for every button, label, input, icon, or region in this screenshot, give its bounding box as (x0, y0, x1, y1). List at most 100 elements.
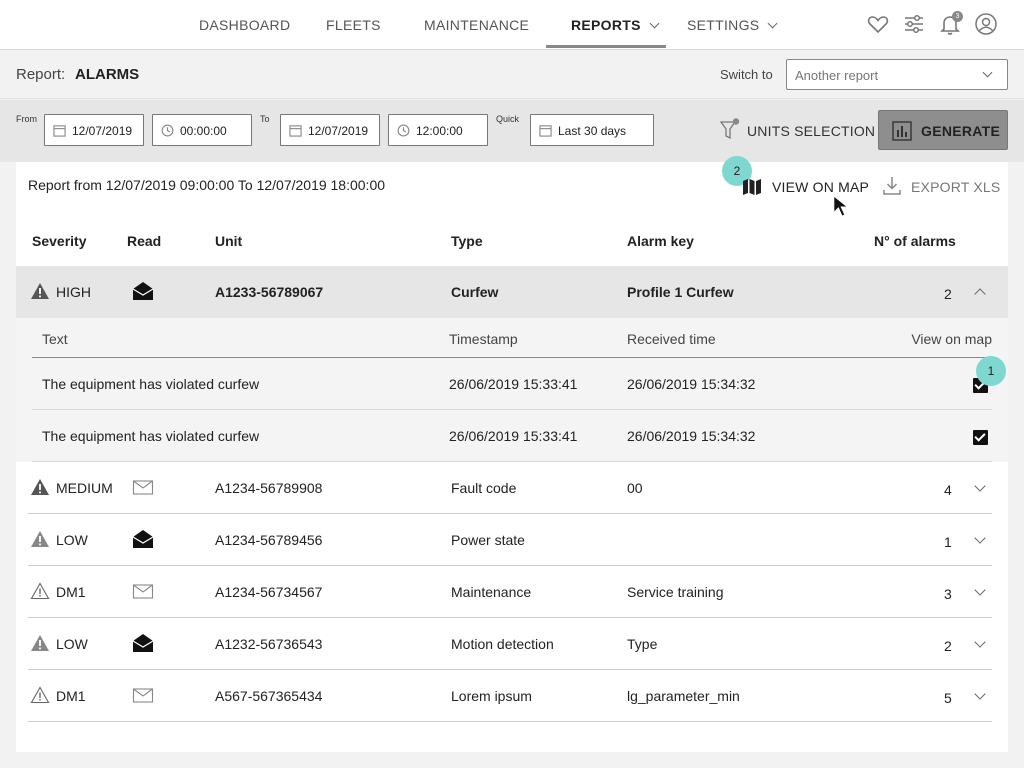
alarm-timestamp: 26/06/2019 15:33:41 (449, 428, 578, 444)
chevron-up-icon[interactable] (974, 288, 986, 300)
severity-value: DM1 (56, 688, 86, 704)
alarm-count-value: 3 (944, 586, 952, 602)
calendar-icon (539, 125, 552, 137)
to-date-value: 12/07/2019 (308, 124, 369, 138)
unit-value: A567-567365434 (215, 688, 323, 704)
chevron-down-icon[interactable] (974, 532, 986, 544)
column-header-alarm-key[interactable]: Alarm key (627, 233, 694, 249)
notification-count-badge: 3 (952, 11, 963, 22)
switch-report-select[interactable]: Another report (786, 59, 1008, 90)
from-time-value: 00:00:00 (180, 124, 227, 138)
unit-value: A1232-56736543 (215, 636, 323, 652)
table-row[interactable]: DM1 A1234-56734567 Maintenance Service t… (28, 566, 992, 618)
column-header-alarm-count[interactable]: N° of alarms (874, 233, 956, 249)
to-date-field[interactable]: 12/07/2019 (280, 114, 380, 146)
envelope-closed-icon (132, 688, 154, 703)
clock-icon (397, 124, 410, 137)
units-selection-label: UNITS SELECTION (747, 123, 876, 139)
alarm-count-value: 4 (944, 482, 952, 498)
step-badge: 1 (976, 356, 1006, 386)
to-time-field[interactable]: 12:00:00 (388, 114, 488, 146)
chevron-down-icon[interactable] (974, 636, 986, 648)
alarm-count-value: 2 (944, 638, 952, 654)
chevron-down-icon[interactable] (974, 480, 986, 492)
alarm-key-value: 00 (627, 480, 643, 496)
subheader-view-on-map: View on map (911, 331, 992, 347)
severity-value: LOW (56, 636, 88, 652)
map-icon (743, 179, 761, 195)
table-row[interactable]: DM1 A567-567365434 Lorem ipsum lg_parame… (28, 670, 992, 722)
quick-label: Quick (496, 114, 520, 124)
from-time-field[interactable]: 00:00:00 (152, 114, 252, 146)
unit-value: A1233-56789067 (215, 284, 324, 300)
type-value: Fault code (451, 480, 517, 496)
switch-report-value: Another report (795, 68, 879, 83)
nav-maintenance[interactable]: MAINTENANCE (424, 17, 529, 33)
download-icon (883, 177, 901, 195)
heart-icon[interactable] (866, 12, 890, 36)
alarm-timestamp: 26/06/2019 15:33:41 (449, 376, 578, 392)
alarm-key-value: Profile 1 Curfew (627, 284, 734, 300)
warning-filled-icon (31, 635, 49, 651)
calendar-icon (289, 125, 302, 137)
view-on-map-label: VIEW ON MAP (772, 179, 870, 195)
mouse-cursor-icon (833, 195, 849, 217)
filter-bar: From 12/07/2019 00:00:00 To 12/07/2019 1… (0, 100, 1024, 162)
report-header-bar: Report: ALARMS Switch to Another report (0, 50, 1024, 99)
filter-sliders-icon[interactable] (902, 12, 926, 36)
column-header-type[interactable]: Type (451, 233, 483, 249)
unit-value: A1234-56734567 (215, 584, 323, 600)
chevron-down-icon[interactable] (974, 688, 986, 700)
export-xls-button[interactable]: EXPORT XLS (882, 174, 1002, 198)
unit-value: A1234-56789456 (215, 532, 323, 548)
column-header-unit[interactable]: Unit (215, 233, 242, 249)
subheader-text: Text (42, 331, 68, 347)
table-row[interactable]: MEDIUM A1234-56789908 Fault code 00 4 (28, 462, 992, 514)
column-header-severity[interactable]: Severity (32, 233, 86, 249)
view-on-map-checkbox[interactable] (973, 430, 988, 445)
export-xls-label: EXPORT XLS (911, 179, 1001, 195)
switch-to-label: Switch to (720, 67, 773, 82)
type-value: Lorem ipsum (451, 688, 532, 704)
quick-range-select[interactable]: Last 30 days (530, 114, 654, 146)
alarm-key-value: lg_parameter_min (627, 688, 740, 704)
type-value: Maintenance (451, 584, 532, 600)
severity-value: MEDIUM (56, 480, 113, 496)
to-label: To (260, 114, 270, 124)
from-date-field[interactable]: 12/07/2019 (44, 114, 144, 146)
to-time-value: 12:00:00 (416, 124, 463, 138)
alarm-key-value: Service training (627, 584, 724, 600)
nav-dashboard[interactable]: DASHBOARD (199, 17, 290, 33)
calendar-icon (53, 125, 66, 137)
severity-value: LOW (56, 532, 88, 548)
column-header-read[interactable]: Read (127, 233, 161, 249)
nav-reports[interactable]: REPORTS (571, 17, 660, 33)
table-row[interactable]: LOW A1234-56789456 Power state 1 (28, 514, 992, 566)
chevron-down-icon[interactable] (974, 584, 986, 596)
alarm-detail-row: The equipment has violated curfew 26/06/… (32, 358, 992, 410)
nav-fleets[interactable]: FLEETS (326, 17, 381, 33)
active-tab-indicator (546, 45, 666, 48)
chevron-down-icon (767, 18, 778, 29)
chevron-down-icon (649, 18, 660, 29)
alarm-detail-subtable: Text Timestamp Received time View on map… (16, 318, 1008, 462)
table-row[interactable]: LOW A1232-56736543 Motion detection Type… (28, 618, 992, 670)
severity-value: HIGH (56, 284, 91, 300)
severity-value: DM1 (56, 584, 86, 600)
type-value: Motion detection (451, 636, 554, 652)
nav-settings-label: SETTINGS (687, 17, 760, 33)
envelope-open-icon (132, 634, 154, 652)
unit-value: A1234-56789908 (215, 480, 323, 496)
alarm-text: The equipment has violated curfew (42, 376, 260, 392)
warning-filled-icon (31, 479, 49, 495)
alarm-key-value: Type (627, 636, 658, 652)
alarm-count-value: 1 (944, 534, 952, 550)
envelope-closed-icon (132, 584, 154, 599)
nav-settings[interactable]: SETTINGS (687, 17, 778, 33)
type-value: Curfew (451, 284, 499, 300)
generate-button[interactable]: GENERATE (878, 110, 1008, 150)
envelope-open-icon (132, 282, 154, 300)
table-row[interactable]: HIGH A1233-56789067 Curfew Profile 1 Cur… (16, 266, 1008, 318)
user-avatar-icon[interactable] (974, 12, 998, 36)
from-date-value: 12/07/2019 (72, 124, 133, 138)
